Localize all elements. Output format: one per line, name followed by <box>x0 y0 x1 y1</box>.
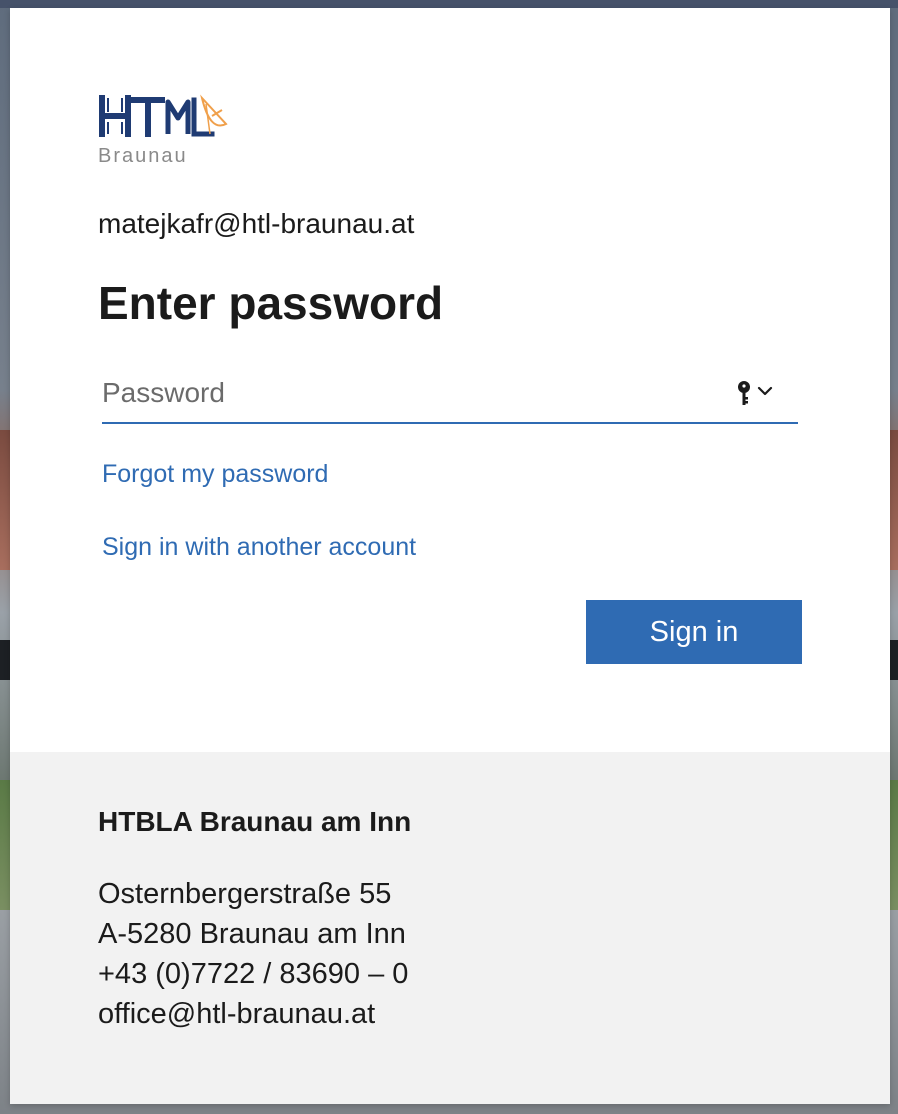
address-city: A-5280 Braunau am Inn <box>98 918 406 950</box>
sign-in-dialog: Braunau matejkafr@htl-braunau.at Enter p… <box>10 8 890 1104</box>
htl-braunau-logo: Braunau <box>98 94 230 167</box>
organization-footer: HTBLA Braunau am Inn Osternbergerstraße … <box>10 752 890 1104</box>
sign-in-another-account-link[interactable]: Sign in with another account <box>102 533 416 562</box>
account-username: matejkafr@htl-braunau.at <box>98 208 415 239</box>
password-input[interactable] <box>102 366 722 420</box>
sign-in-button[interactable]: Sign in <box>586 600 802 664</box>
logo-subtext: Braunau <box>98 145 188 166</box>
background-top-stripe <box>0 0 898 8</box>
key-icon <box>736 380 752 413</box>
address-street: Osternbergerstraße 55 <box>98 878 392 910</box>
page-title: Enter password <box>98 277 444 329</box>
contact-email: office@htl-braunau.at <box>98 998 376 1030</box>
password-manager-button[interactable] <box>736 380 780 410</box>
chevron-down-icon <box>756 384 774 403</box>
organization-name: HTBLA Braunau am Inn <box>98 806 412 837</box>
forgot-password-link[interactable]: Forgot my password <box>102 460 328 489</box>
password-field <box>102 366 798 424</box>
phone-number: +43 (0)7722 / 83690 – 0 <box>98 958 409 990</box>
sign-in-body: Braunau matejkafr@htl-braunau.at Enter p… <box>10 8 890 752</box>
